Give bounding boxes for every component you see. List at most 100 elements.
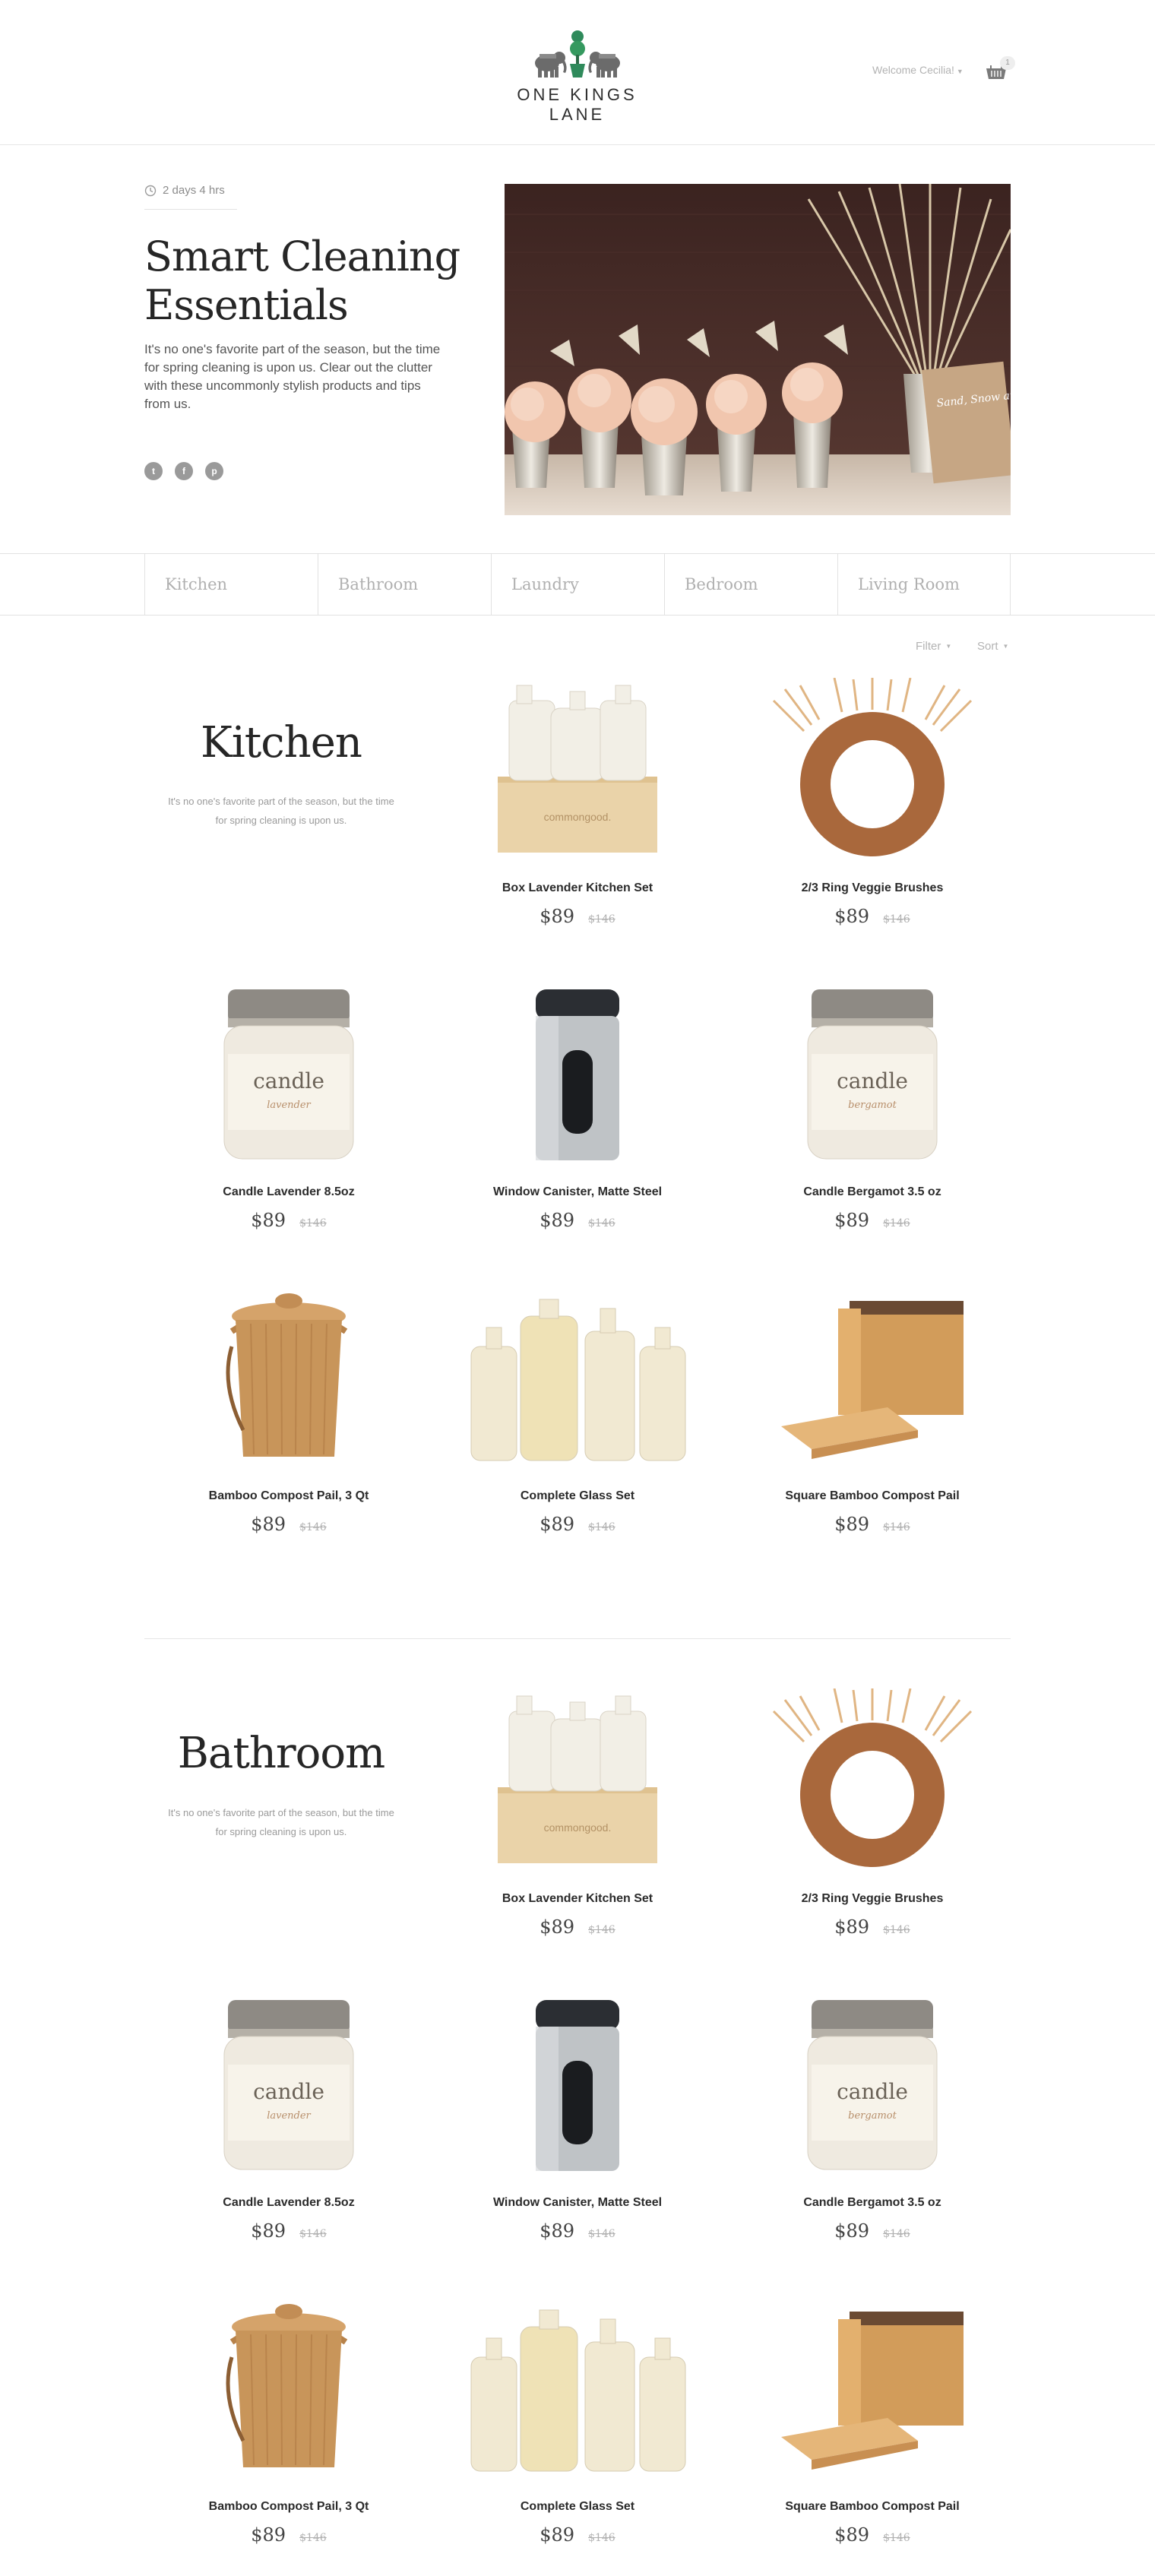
compost-pail-image[interactable] — [175, 2296, 403, 2479]
candle-image[interactable]: candle lavender — [175, 1992, 403, 2175]
product-name[interactable]: Complete Glass Set — [433, 2500, 722, 2514]
product-card[interactable]: candle lavender Candle Lavender 8.5oz $89… — [144, 982, 433, 1263]
product-card[interactable]: Window Canister, Matte Steel $89 $146 — [433, 982, 722, 1263]
kitchen-set-image[interactable]: commongood. — [464, 1688, 691, 1871]
product-name[interactable]: Box Lavender Kitchen Set — [433, 881, 722, 895]
product-name[interactable]: 2/3 Ring Veggie Brushes — [728, 881, 1017, 895]
original-price: $146 — [588, 1217, 615, 1229]
pinterest-share-icon[interactable]: p — [205, 462, 223, 480]
product-name[interactable]: Window Canister, Matte Steel — [433, 1185, 722, 1199]
candle-image[interactable]: candle bergamot — [758, 1992, 986, 2175]
tab-laundry[interactable]: Laundry — [491, 554, 664, 615]
product-name[interactable]: Box Lavender Kitchen Set — [433, 1892, 722, 1906]
chevron-down-icon: ▼ — [956, 68, 964, 75]
canister-image[interactable] — [464, 1992, 691, 2175]
product-card[interactable]: commongood. Box Lavender Kitchen Set $89 $… — [433, 678, 722, 959]
ring-brush-image[interactable] — [758, 677, 986, 860]
glass-set-image[interactable] — [464, 2296, 691, 2479]
svg-text:bergamot: bergamot — [848, 1100, 897, 1111]
original-price: $146 — [883, 2228, 910, 2240]
product-prices: $89 $146 — [728, 1210, 1017, 1231]
product-card[interactable]: Square Bamboo Compost Pail $89 $146 — [728, 1286, 1017, 1567]
original-price: $146 — [588, 2228, 615, 2240]
product-card[interactable]: 2/3 Ring Veggie Brushes $89 $146 — [728, 1688, 1017, 1970]
square-pail-image[interactable] — [758, 2296, 986, 2479]
countdown-text: 2 days 4 hrs — [163, 184, 225, 197]
original-price: $146 — [588, 1924, 615, 1936]
cart-button[interactable]: 1 — [985, 56, 1017, 81]
product-card[interactable]: Complete Glass Set $89 $146 — [433, 2296, 722, 2576]
product-card[interactable]: Bamboo Compost Pail, 3 Qt $89 $146 — [144, 1286, 433, 1567]
product-card[interactable]: Bamboo Compost Pail, 3 Qt $89 $146 — [144, 2296, 433, 2576]
sale-price: $89 — [251, 1514, 286, 1535]
product-name[interactable]: Window Canister, Matte Steel — [433, 2196, 722, 2210]
sale-price: $89 — [834, 1210, 870, 1231]
product-name[interactable]: Candle Lavender 8.5oz — [144, 1185, 433, 1199]
product-card[interactable]: candle lavender Candle Lavender 8.5oz $89… — [144, 1992, 433, 2274]
product-card[interactable]: commongood. Box Lavender Kitchen Set $89 $… — [433, 1688, 722, 1970]
hero-image: Sand, Snow and Sun... — [505, 184, 1011, 515]
kitchen-set-image[interactable]: commongood. — [464, 678, 691, 860]
product-card[interactable]: Complete Glass Set $89 $146 — [433, 1286, 722, 1567]
tab-bedroom[interactable]: Bedroom — [664, 554, 837, 615]
product-name[interactable]: Bamboo Compost Pail, 3 Qt — [144, 1489, 433, 1503]
original-price: $146 — [588, 913, 615, 926]
tab-bathroom[interactable]: Bathroom — [318, 554, 491, 615]
svg-text:candle: candle — [253, 1068, 324, 1093]
product-name[interactable]: Square Bamboo Compost Pail — [728, 2500, 1017, 2514]
tab-kitchen[interactable]: Kitchen — [144, 554, 318, 615]
product-prices: $89 $146 — [728, 906, 1017, 927]
original-price: $146 — [883, 913, 910, 926]
product-prices: $89 $146 — [433, 906, 722, 927]
sale-price: $89 — [834, 2524, 870, 2546]
svg-text:bergamot: bergamot — [848, 2110, 897, 2122]
section-description-kitchen: It's no one's favorite part of the seaso… — [168, 796, 394, 826]
sale-price: $89 — [834, 1916, 870, 1938]
elephants-logo-icon — [534, 30, 620, 78]
compost-pail-image[interactable] — [175, 1286, 403, 1468]
original-price: $146 — [588, 1521, 615, 1533]
sale-countdown: 2 days 4 hrs — [144, 184, 237, 210]
sale-price: $89 — [834, 1514, 870, 1535]
product-card[interactable]: candle bergamot Candle Bergamot 3.5 oz $8… — [728, 1992, 1017, 2274]
facebook-share-icon[interactable]: f — [175, 462, 193, 480]
product-prices: $89 $146 — [433, 1514, 722, 1535]
original-price: $146 — [299, 1217, 327, 1229]
glass-set-image[interactable] — [464, 1286, 691, 1468]
tab-living-room[interactable]: Living Room — [837, 554, 1011, 615]
product-name[interactable]: Candle Bergamot 3.5 oz — [728, 1185, 1017, 1199]
sale-price: $89 — [540, 1916, 575, 1938]
original-price: $146 — [299, 1521, 327, 1533]
filter-dropdown[interactable]: Filter ▼ — [916, 640, 951, 653]
product-name[interactable]: Complete Glass Set — [433, 1489, 722, 1503]
brand-logo[interactable]: ONE KINGS LANE — [487, 29, 667, 124]
account-menu[interactable]: Welcome Cecilia! ▼ — [872, 64, 964, 76]
brand-wordmark: ONE KINGS LANE — [517, 85, 638, 124]
svg-text:candle: candle — [253, 2079, 324, 2104]
product-name[interactable]: Candle Lavender 8.5oz — [144, 2196, 433, 2210]
section-title-bathroom: Bathroom — [177, 1729, 385, 1778]
candle-image[interactable]: candle bergamot — [758, 982, 986, 1164]
canister-image[interactable] — [464, 982, 691, 1164]
candle-image[interactable]: candle lavender — [175, 982, 403, 1164]
product-card[interactable]: Square Bamboo Compost Pail $89 $146 — [728, 2296, 1017, 2576]
hero-description: It's no one's favorite part of the seaso… — [144, 342, 441, 411]
square-pail-image[interactable] — [758, 1286, 986, 1468]
product-prices: $89 $146 — [144, 1210, 433, 1231]
twitter-share-icon[interactable]: t — [144, 462, 163, 480]
product-name[interactable]: Candle Bergamot 3.5 oz — [728, 2196, 1017, 2210]
product-card[interactable]: 2/3 Ring Veggie Brushes $89 $146 — [728, 677, 1017, 959]
product-card[interactable]: candle bergamot Candle Bergamot 3.5 oz $8… — [728, 982, 1017, 1263]
sort-dropdown[interactable]: Sort ▼ — [977, 640, 1008, 653]
sale-price: $89 — [834, 906, 870, 927]
category-nav: Kitchen Bathroom Laundry Bedroom Living … — [0, 553, 1155, 616]
product-card[interactable]: Window Canister, Matte Steel $89 $146 — [433, 1992, 722, 2274]
original-price: $146 — [883, 1217, 910, 1229]
svg-text:commongood.: commongood. — [544, 1821, 612, 1834]
product-name[interactable]: 2/3 Ring Veggie Brushes — [728, 1892, 1017, 1906]
ring-brush-image[interactable] — [758, 1688, 986, 1871]
page-title-line1: Smart Cleaning — [144, 233, 460, 280]
svg-text:lavender: lavender — [267, 2110, 311, 2122]
product-name[interactable]: Square Bamboo Compost Pail — [728, 1489, 1017, 1503]
product-name[interactable]: Bamboo Compost Pail, 3 Qt — [144, 2500, 433, 2514]
